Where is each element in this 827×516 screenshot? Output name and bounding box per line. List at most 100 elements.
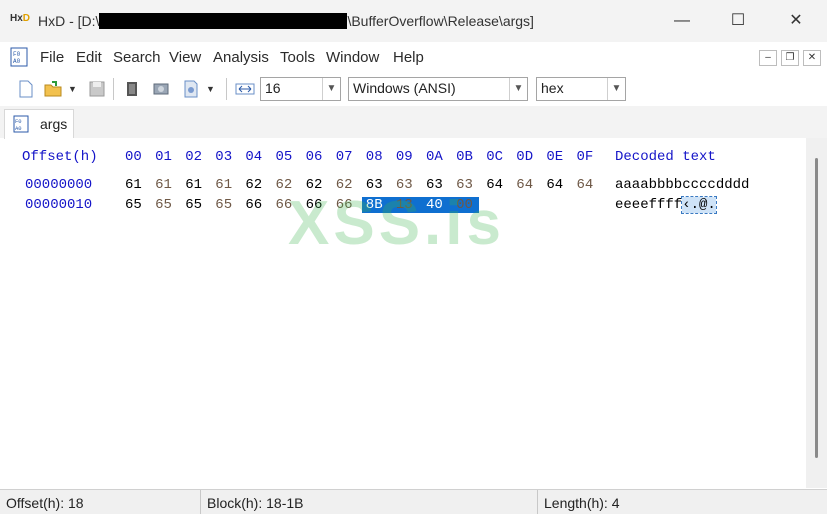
chevron-down-icon: ▼ [509, 78, 527, 100]
column-header: 06 [305, 149, 323, 165]
new-file-icon[interactable] [16, 79, 36, 99]
decoded-text[interactable]: aaaabbbbccccdddd [615, 177, 749, 193]
hex-byte[interactable]: 40 [422, 197, 452, 213]
charset-select[interactable]: Windows (ANSI) ▼ [348, 77, 528, 101]
decoded-text-header: Decoded text [615, 149, 716, 165]
offset-header: Offset(h) [22, 149, 98, 165]
status-offset: Offset(h): 18 [6, 495, 84, 511]
hex-byte[interactable]: 63 [396, 177, 413, 193]
status-length: Length(h): 4 [537, 490, 824, 514]
chevron-down-icon: ▼ [322, 78, 340, 100]
hex-byte[interactable]: 63 [366, 177, 383, 193]
vertical-scrollbar[interactable] [806, 138, 827, 488]
row-offset[interactable]: 00000010 [25, 197, 92, 213]
title-bar: HxD HxD - [D:\ \BufferOverflow\Release\ar… [0, 0, 827, 42]
status-bar: Offset(h): 18 Block(h): 18-1B Length(h):… [0, 489, 827, 514]
row-offset[interactable]: 00000000 [25, 177, 92, 193]
hex-byte[interactable]: 62 [276, 177, 293, 193]
column-header: 09 [395, 149, 413, 165]
hex-byte[interactable]: 63 [426, 177, 443, 193]
mdi-restore-button[interactable]: ❐ [781, 50, 799, 66]
tools-dropdown-icon[interactable]: ▼ [206, 79, 216, 99]
maximize-button[interactable]: ☐ [715, 6, 761, 36]
ram-editor-icon[interactable] [122, 79, 142, 99]
hex-byte[interactable]: 65 [155, 197, 172, 213]
menu-edit[interactable]: Edit [76, 49, 102, 66]
hex-byte[interactable]: 13 [391, 197, 422, 213]
column-header: 05 [275, 149, 293, 165]
menu-window[interactable]: Window [326, 49, 379, 66]
hex-byte[interactable]: 64 [516, 177, 533, 193]
document-icon[interactable]: F0 A0 [10, 47, 28, 67]
hex-byte[interactable]: 62 [306, 177, 323, 193]
open-dropdown-icon[interactable]: ▼ [68, 79, 78, 99]
menu-help[interactable]: Help [393, 49, 424, 66]
hex-byte[interactable]: 8B [361, 197, 392, 213]
svg-text:A0: A0 [15, 125, 22, 132]
hex-byte[interactable]: 66 [336, 197, 353, 213]
hex-byte[interactable]: 61 [125, 177, 142, 193]
menu-tools[interactable]: Tools [280, 49, 315, 66]
hex-byte[interactable]: 62 [336, 177, 353, 193]
open-folder-icon[interactable] [43, 79, 63, 99]
svg-text:F0: F0 [13, 51, 21, 58]
bytes-per-row-select[interactable]: 16 ▼ [260, 77, 341, 101]
tab-bar: F0 A0 args [0, 106, 827, 139]
hex-byte[interactable]: 61 [155, 177, 172, 193]
hex-byte[interactable]: 63 [456, 177, 473, 193]
decoded-text-selection[interactable]: ‹.@. [681, 196, 717, 214]
status-block: Block(h): 18-1B [200, 490, 537, 514]
column-header: 07 [335, 149, 353, 165]
column-header: 04 [245, 149, 263, 165]
svg-text:A0: A0 [13, 58, 21, 65]
file-tools-icon[interactable] [181, 79, 201, 99]
offset-base-select[interactable]: hex ▼ [536, 77, 626, 101]
mdi-close-button[interactable]: ✕ [803, 50, 821, 66]
tab-label: args [40, 116, 68, 132]
column-header: 01 [155, 149, 172, 165]
menu-bar: F0 A0 File Edit Search View Analysis Too… [0, 42, 827, 73]
hex-byte[interactable]: 62 [245, 177, 262, 193]
decoded-text[interactable]: eeeeffff [615, 197, 682, 213]
hex-byte[interactable]: 65 [185, 197, 202, 213]
hex-byte[interactable]: 61 [215, 177, 232, 193]
mdi-minimize-button[interactable]: – [759, 50, 777, 66]
hex-byte[interactable]: 66 [245, 197, 262, 213]
svg-text:F0: F0 [15, 118, 22, 125]
chevron-down-icon: ▼ [607, 78, 625, 100]
window-title: HxD - [D:\ \BufferOverflow\Release\args] [38, 13, 534, 29]
bytes-per-row-value: 16 [265, 80, 281, 96]
hex-byte[interactable]: 65 [215, 197, 232, 213]
hex-byte[interactable]: 65 [125, 197, 142, 213]
bytes-per-row-icon [235, 83, 255, 95]
menu-analysis[interactable]: Analysis [213, 49, 269, 66]
scrollbar-thumb[interactable] [815, 158, 818, 458]
hex-byte[interactable]: 66 [276, 197, 293, 213]
column-header: 00 [125, 149, 142, 165]
redacted-path [99, 13, 348, 29]
column-header: 03 [215, 149, 233, 165]
tab-args[interactable]: F0 A0 args [4, 109, 74, 139]
close-button[interactable]: ✕ [773, 6, 819, 36]
save-icon[interactable] [87, 79, 107, 99]
disk-editor-icon[interactable] [151, 79, 171, 99]
hex-byte[interactable]: 64 [546, 177, 563, 193]
menu-search[interactable]: Search [113, 49, 161, 66]
menu-file[interactable]: File [40, 49, 64, 66]
offset-base-value: hex [541, 80, 564, 96]
menu-view[interactable]: View [169, 49, 201, 66]
column-header: 02 [185, 149, 202, 165]
column-header: 0F [576, 149, 594, 165]
hex-editor[interactable]: Offset(h) Decoded text 00 01 02 03 04 05 06 07 0… [5, 138, 806, 488]
document-icon: F0 A0 [13, 115, 29, 133]
hxd-logo-icon: HxD [10, 13, 31, 24]
column-header: 0E [546, 149, 564, 165]
minimize-button[interactable]: — [659, 6, 705, 36]
column-header: 08 [365, 149, 383, 165]
hex-byte[interactable]: 64 [577, 177, 594, 193]
hex-byte[interactable]: 61 [185, 177, 202, 193]
hex-byte[interactable]: 00 [452, 197, 479, 213]
hex-byte[interactable]: 66 [306, 197, 323, 213]
hex-byte[interactable]: 64 [486, 177, 503, 193]
charset-value: Windows (ANSI) [353, 80, 456, 96]
